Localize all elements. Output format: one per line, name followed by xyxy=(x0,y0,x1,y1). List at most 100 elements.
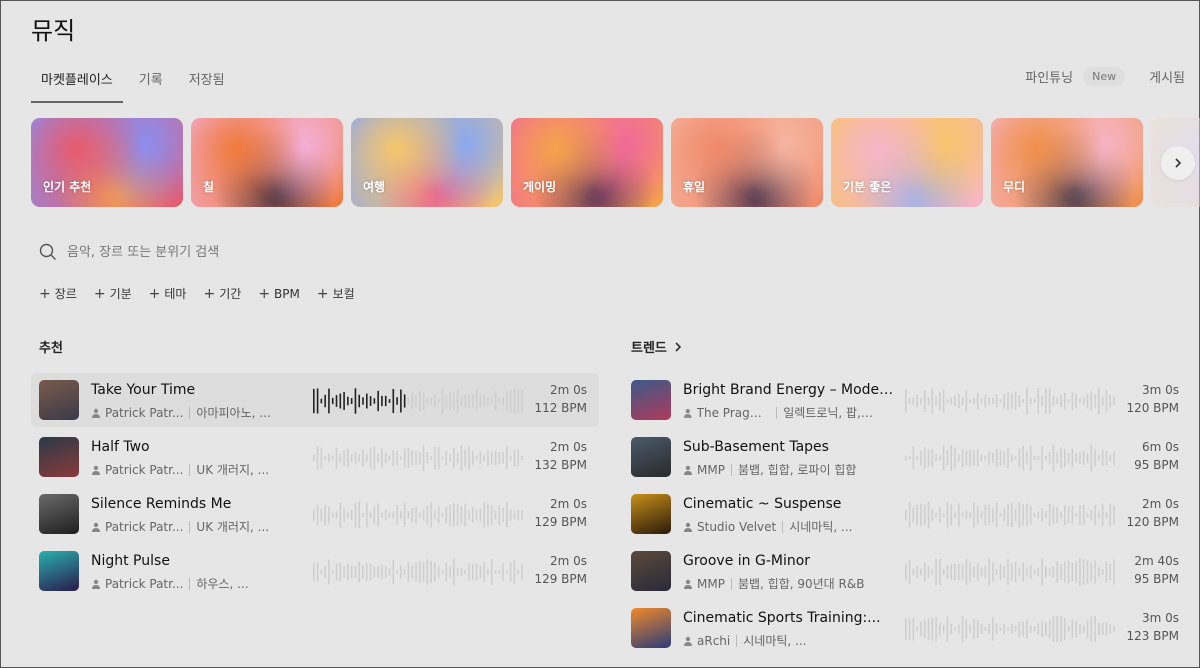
track-duration: 3m 0s xyxy=(1141,611,1179,625)
category-card[interactable]: 기분 좋은 xyxy=(831,118,983,207)
track-row[interactable]: Half Two Patrick Patr... UK 개러지, ... 2m 0s 1… xyxy=(31,430,599,484)
divider xyxy=(776,406,778,419)
track-thumbnail[interactable] xyxy=(39,437,79,477)
track-title[interactable]: Silence Reminds Me xyxy=(91,496,303,512)
filter-label: 장르 xyxy=(54,287,77,301)
waveform[interactable] xyxy=(313,386,525,416)
track-thumbnail[interactable] xyxy=(631,437,671,477)
person-icon xyxy=(92,579,100,589)
track-row[interactable]: Cinematic Sports Training:... aRchi 시네마틱, … xyxy=(623,601,1191,655)
track-artist[interactable]: Patrick Patr... xyxy=(105,520,183,534)
track-artist[interactable]: aRchi xyxy=(697,634,730,648)
waveform[interactable] xyxy=(313,443,525,473)
filter-duration[interactable]: + 기간 xyxy=(203,285,241,302)
category-card[interactable]: 여행 xyxy=(351,118,503,207)
chevron-right-icon xyxy=(675,341,682,352)
page-title: 뮤직 xyxy=(31,17,76,45)
track-artist[interactable]: Studio Velvet xyxy=(697,520,776,534)
person-icon xyxy=(92,465,100,475)
track-meta: Patrick Patr... 아마피아노, ... xyxy=(91,404,281,421)
track-row[interactable]: Groove in G-Minor MMP 붐뱁, 힙합, 90년대 R&B 2m 4… xyxy=(623,544,1191,598)
track-duration: 2m 0s xyxy=(549,440,587,454)
track-title[interactable]: Sub-Basement Tapes xyxy=(683,439,895,455)
tab-finetune[interactable]: 파인튜닝 xyxy=(1025,67,1073,86)
track-title[interactable]: Groove in G-Minor xyxy=(683,553,895,569)
plus-icon: + xyxy=(203,285,216,302)
track-duration: 2m 0s xyxy=(549,383,587,397)
track-row[interactable]: Bright Brand Energy – Moder... The Pragm.… xyxy=(623,373,1191,427)
track-duration: 2m 0s xyxy=(549,554,587,568)
tab-history[interactable]: 기록 xyxy=(129,61,173,103)
category-card[interactable]: 칠 xyxy=(191,118,343,207)
waveform[interactable] xyxy=(313,557,525,587)
person-icon xyxy=(684,579,692,589)
track-title[interactable]: Bright Brand Energy – Moder... xyxy=(683,382,895,398)
tab-published[interactable]: 게시됨 xyxy=(1149,67,1185,86)
divider xyxy=(189,406,191,419)
track-duration: 2m 0s xyxy=(549,497,587,511)
track-thumbnail[interactable] xyxy=(631,608,671,648)
track-row[interactable]: Sub-Basement Tapes MMP 붐뱁, 힙합, 로파이 힙합 6m 0s… xyxy=(623,430,1191,484)
filter-bpm[interactable]: + BPM xyxy=(258,285,300,302)
track-row[interactable]: Silence Reminds Me Patrick Patr... UK 개러지,… xyxy=(31,487,599,541)
plus-icon: + xyxy=(39,285,51,302)
category-label: 휴일 xyxy=(683,180,706,194)
person-icon xyxy=(684,522,692,532)
carousel-next-button[interactable] xyxy=(1161,146,1195,180)
track-bpm: 123 BPM xyxy=(1126,629,1179,643)
track-artist[interactable]: Patrick Patr... xyxy=(105,406,183,420)
tab-saved[interactable]: 저장됨 xyxy=(179,61,235,103)
person-icon xyxy=(684,465,692,475)
new-badge: New xyxy=(1083,67,1126,86)
track-artist[interactable]: MMP xyxy=(697,463,725,477)
search-input[interactable] xyxy=(67,244,547,260)
tab-marketplace[interactable]: 마켓플레이스 xyxy=(31,61,123,103)
track-bpm: 112 BPM xyxy=(534,401,587,415)
filter-bar: + 장르 + 기분 + 테마 + 기간 + BPM + 보컬 xyxy=(39,285,372,302)
track-artist[interactable]: Patrick Patr... xyxy=(105,463,183,477)
track-title[interactable]: Half Two xyxy=(91,439,303,455)
filter-vocal[interactable]: + 보컬 xyxy=(317,285,355,302)
waveform[interactable] xyxy=(313,500,525,530)
track-row[interactable]: Cinematic ~ Suspense Studio Velvet 시네마틱, .… xyxy=(623,487,1191,541)
divider xyxy=(782,520,784,533)
track-tags: 아마피아노, ... xyxy=(196,406,271,420)
track-artist[interactable]: Patrick Patr... xyxy=(105,577,183,591)
filter-mood[interactable]: + 기분 xyxy=(94,285,132,302)
track-artist[interactable]: MMP xyxy=(697,577,725,591)
track-tags: 붐뱁, 힙합, 로파이 힙합 xyxy=(737,463,857,477)
category-card[interactable]: 휴일 xyxy=(671,118,823,207)
track-thumbnail[interactable] xyxy=(631,551,671,591)
track-row[interactable]: Night Pulse Patrick Patr... 하우스, ... 2m 0s 1… xyxy=(31,544,599,598)
category-card[interactable]: 무디 xyxy=(991,118,1143,207)
track-thumbnail[interactable] xyxy=(631,380,671,420)
search-bar xyxy=(39,240,559,264)
track-bpm: 95 BPM xyxy=(1134,572,1179,586)
category-card[interactable]: 인기 추천 xyxy=(31,118,183,207)
track-thumbnail[interactable] xyxy=(39,494,79,534)
divider xyxy=(730,463,732,476)
track-title[interactable]: Cinematic Sports Training:... xyxy=(683,610,895,626)
track-thumbnail[interactable] xyxy=(631,494,671,534)
waveform[interactable] xyxy=(905,386,1117,416)
track-title[interactable]: Cinematic ~ Suspense xyxy=(683,496,895,512)
track-thumbnail[interactable] xyxy=(39,380,79,420)
track-title[interactable]: Take Your Time xyxy=(91,382,303,398)
divider xyxy=(189,520,191,533)
filter-theme[interactable]: + 테마 xyxy=(149,285,187,302)
waveform[interactable] xyxy=(905,557,1117,587)
category-label: 인기 추천 xyxy=(43,180,92,194)
waveform[interactable] xyxy=(905,443,1117,473)
waveform[interactable] xyxy=(905,614,1117,644)
divider xyxy=(730,577,732,590)
track-row[interactable]: Take Your Time Patrick Patr... 아마피아노, ... 2… xyxy=(31,373,599,427)
track-artist[interactable]: The Pragm... xyxy=(697,406,771,420)
filter-genre[interactable]: + 장르 xyxy=(39,285,77,302)
filter-label: 기분 xyxy=(109,287,132,301)
category-card[interactable]: 게이밍 xyxy=(511,118,663,207)
track-title[interactable]: Night Pulse xyxy=(91,553,303,569)
trending-label: 트렌드 xyxy=(631,341,667,356)
trending-heading[interactable]: 트렌드 xyxy=(631,337,685,356)
waveform[interactable] xyxy=(905,500,1117,530)
track-thumbnail[interactable] xyxy=(39,551,79,591)
